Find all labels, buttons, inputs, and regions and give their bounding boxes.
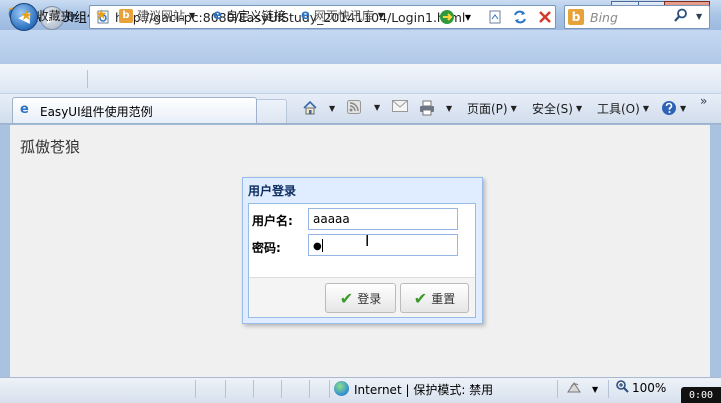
safety-menu-label: 安全(S) <box>532 102 573 116</box>
username-input[interactable] <box>308 208 458 230</box>
text-cursor-icon: Ⅰ <box>365 232 370 250</box>
favorites-button[interactable]: ★ 收藏夹 <box>20 7 73 24</box>
new-tab-button[interactable] <box>257 99 287 123</box>
ie-page-icon: e <box>213 8 222 23</box>
favorites-separator <box>87 70 88 88</box>
printer-icon <box>420 100 434 116</box>
chevron-down-icon: ▼ <box>575 104 583 113</box>
safety-menu[interactable]: 安全(S) ▼ <box>532 100 582 117</box>
status-divider <box>253 380 254 398</box>
chevron-down-icon: ▼ <box>446 103 453 113</box>
security-zone-text[interactable]: Internet | 保护模式: 禁用 <box>354 381 493 398</box>
chevron-down-icon: ▼ <box>510 104 517 113</box>
tab-page-icon: e <box>20 102 29 117</box>
login-button-label: 登录 <box>357 291 382 306</box>
search-icon[interactable] <box>674 8 688 26</box>
password-input[interactable]: ● <box>308 234 458 256</box>
help-menu[interactable]: ▼ <box>661 100 686 116</box>
stop-icon[interactable] <box>535 7 555 27</box>
chevron-down-icon: ▼ <box>374 102 381 112</box>
custom-links-button[interactable]: e 自定义链接 <box>213 7 286 24</box>
tools-menu-label: 工具(O) <box>597 102 640 116</box>
status-divider <box>309 380 310 398</box>
reset-button[interactable]: ✔ 重置 <box>400 283 469 313</box>
status-divider <box>557 380 558 398</box>
search-input[interactable]: Bing <box>590 10 618 25</box>
password-label: 密码: <box>252 241 281 255</box>
popup-blocker-icon[interactable] <box>566 380 582 397</box>
status-divider <box>608 380 609 398</box>
status-divider <box>195 380 196 398</box>
internet-zone-icon <box>334 381 349 396</box>
compatibility-view-icon[interactable] <box>437 7 457 27</box>
bing-logo-icon: b <box>568 9 584 25</box>
page-menu[interactable]: 页面(P) ▼ <box>467 100 517 117</box>
more-commands-chevron-icon[interactable]: » <box>700 94 707 108</box>
tab-label[interactable]: EasyUI组件使用范例 <box>40 103 153 120</box>
search-box[interactable] <box>564 5 710 29</box>
suggested-sites-label: 建议网站 <box>137 9 186 23</box>
check-icon: ✔ <box>339 288 354 308</box>
navigation-bar <box>0 30 721 64</box>
home-button[interactable]: ▼ <box>302 100 335 116</box>
page-heading: 孤傲苍狼 <box>20 138 81 156</box>
home-icon <box>303 100 317 115</box>
zoom-level[interactable]: 100% <box>632 381 666 395</box>
search-dropdown-icon[interactable]: ▼ <box>696 12 702 21</box>
reset-button-label: 重置 <box>431 291 456 306</box>
address-dropdown-icon[interactable]: ▼ <box>458 7 478 27</box>
web-slice-gallery-button[interactable]: e 网页快讯库 ▼ <box>301 7 384 24</box>
recording-timer-badge: 0:00 <box>681 387 721 403</box>
web-slice-label: 网页快讯库 <box>313 9 374 23</box>
status-divider <box>329 380 330 398</box>
suggested-sites-button[interactable]: b 建议网站 ▼ <box>119 7 195 24</box>
custom-links-label: 自定义链接 <box>225 9 286 23</box>
read-mail-button[interactable] <box>392 100 408 112</box>
ie-page-icon: e <box>301 8 310 23</box>
bing-icon: b <box>119 8 133 23</box>
add-favorite-icon: ★ <box>95 7 108 23</box>
status-divider <box>225 380 226 398</box>
favorites-bar <box>0 64 721 94</box>
zoom-icon[interactable] <box>616 380 629 397</box>
chevron-down-icon[interactable]: ▼ <box>592 385 598 394</box>
refresh-icon[interactable] <box>510 7 530 27</box>
compat-page-icon[interactable] <box>485 7 505 27</box>
chevron-down-icon: ▼ <box>680 103 687 113</box>
page-menu-label: 页面(P) <box>467 102 508 116</box>
check-icon: ✔ <box>413 288 428 308</box>
rss-feed-icon <box>347 100 361 114</box>
favorites-label: 收藏夹 <box>36 9 73 23</box>
status-divider <box>281 380 282 398</box>
add-to-favorites-bar-button[interactable]: ★ <box>95 7 108 23</box>
chevron-down-icon: ▼ <box>329 103 336 113</box>
password-mask: ● <box>313 241 322 252</box>
help-icon <box>662 101 676 115</box>
login-button[interactable]: ✔ 登录 <box>325 283 396 313</box>
chevron-down-icon: ▼ <box>189 11 196 20</box>
tools-menu[interactable]: 工具(O) ▼ <box>597 100 649 117</box>
login-dialog-title: 用户登录 <box>248 184 297 198</box>
print-button[interactable]: ▼ <box>419 100 452 116</box>
mail-icon <box>392 100 408 112</box>
feeds-button[interactable]: ▼ <box>347 100 380 114</box>
username-label: 用户名: <box>252 214 293 228</box>
chevron-down-icon: ▼ <box>642 104 649 113</box>
chevron-down-icon: ▼ <box>377 11 384 20</box>
favorites-star-icon: ★ <box>20 7 33 24</box>
